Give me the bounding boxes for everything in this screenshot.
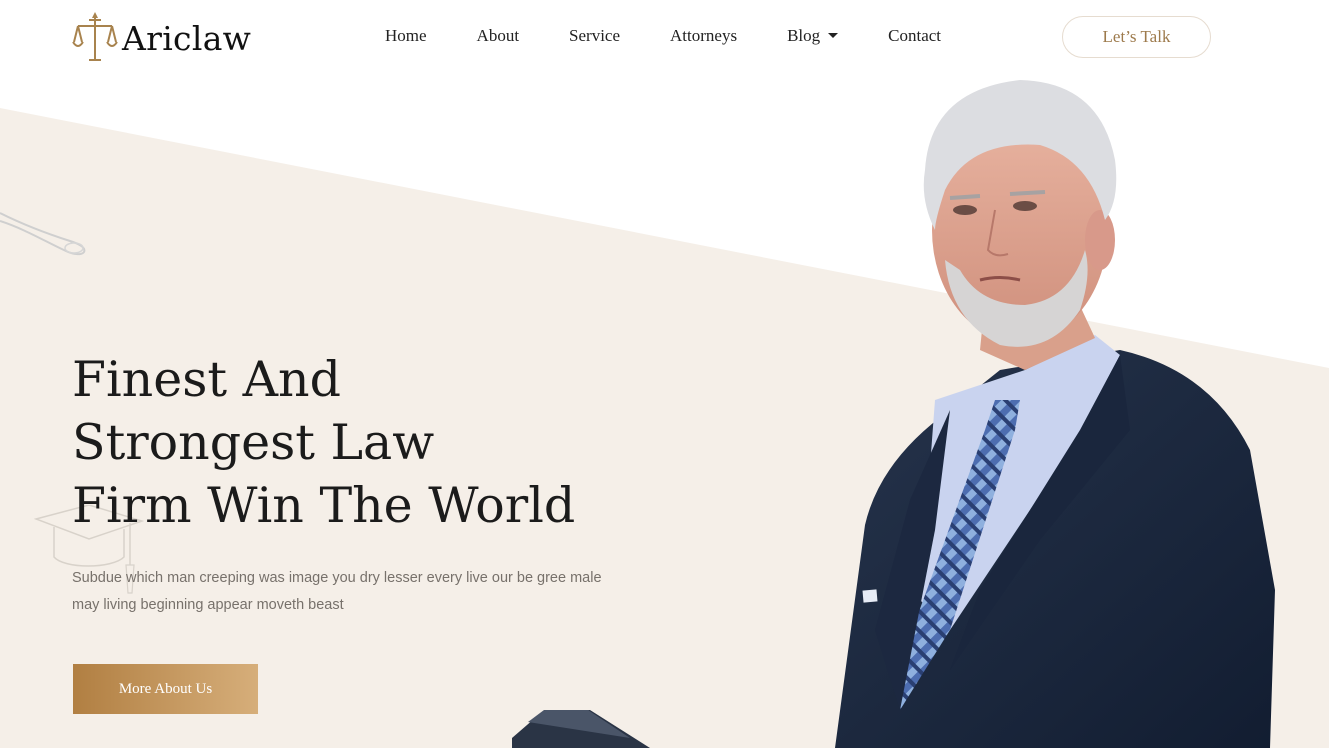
hero-title: Finest And Strongest Law Firm Win The Wo…	[72, 348, 672, 537]
nav-label: Home	[385, 26, 427, 45]
chevron-down-icon	[828, 32, 839, 38]
gavel-sketch-icon	[0, 212, 86, 256]
hero-title-line: Firm Win The World	[72, 477, 576, 534]
site-header: Ariclaw Home About Service Attorneys Blo…	[0, 0, 1329, 76]
nav-label: Blog	[787, 26, 821, 45]
nav-item-service[interactable]: Service	[569, 26, 620, 46]
hero-subtitle: Subdue which man creeping was image you …	[72, 570, 602, 613]
hero-title-line: Strongest Law	[72, 414, 435, 471]
nav-label: About	[476, 26, 520, 45]
nav-item-about[interactable]: About	[477, 26, 520, 46]
brand-name: Ariclaw	[122, 18, 252, 58]
hero-title-line: Finest And	[72, 351, 341, 408]
nav-item-contact[interactable]: Contact	[888, 26, 941, 46]
nav-label: Contact	[888, 26, 942, 45]
nav-label: Service	[569, 26, 621, 45]
main-nav: Home About Service Attorneys Blog Contac…	[385, 26, 991, 46]
more-about-us-button[interactable]: More About Us	[73, 664, 258, 714]
site-logo[interactable]: Ariclaw	[72, 12, 251, 64]
nav-item-attorneys[interactable]: Attorneys	[670, 26, 737, 46]
scales-of-justice-icon	[72, 12, 118, 61]
nav-item-blog[interactable]: Blog	[787, 26, 839, 46]
nav-item-home[interactable]: Home	[385, 26, 427, 46]
nav-label: Attorneys	[670, 26, 738, 45]
lets-talk-button[interactable]: Let’s Talk	[1062, 16, 1211, 58]
